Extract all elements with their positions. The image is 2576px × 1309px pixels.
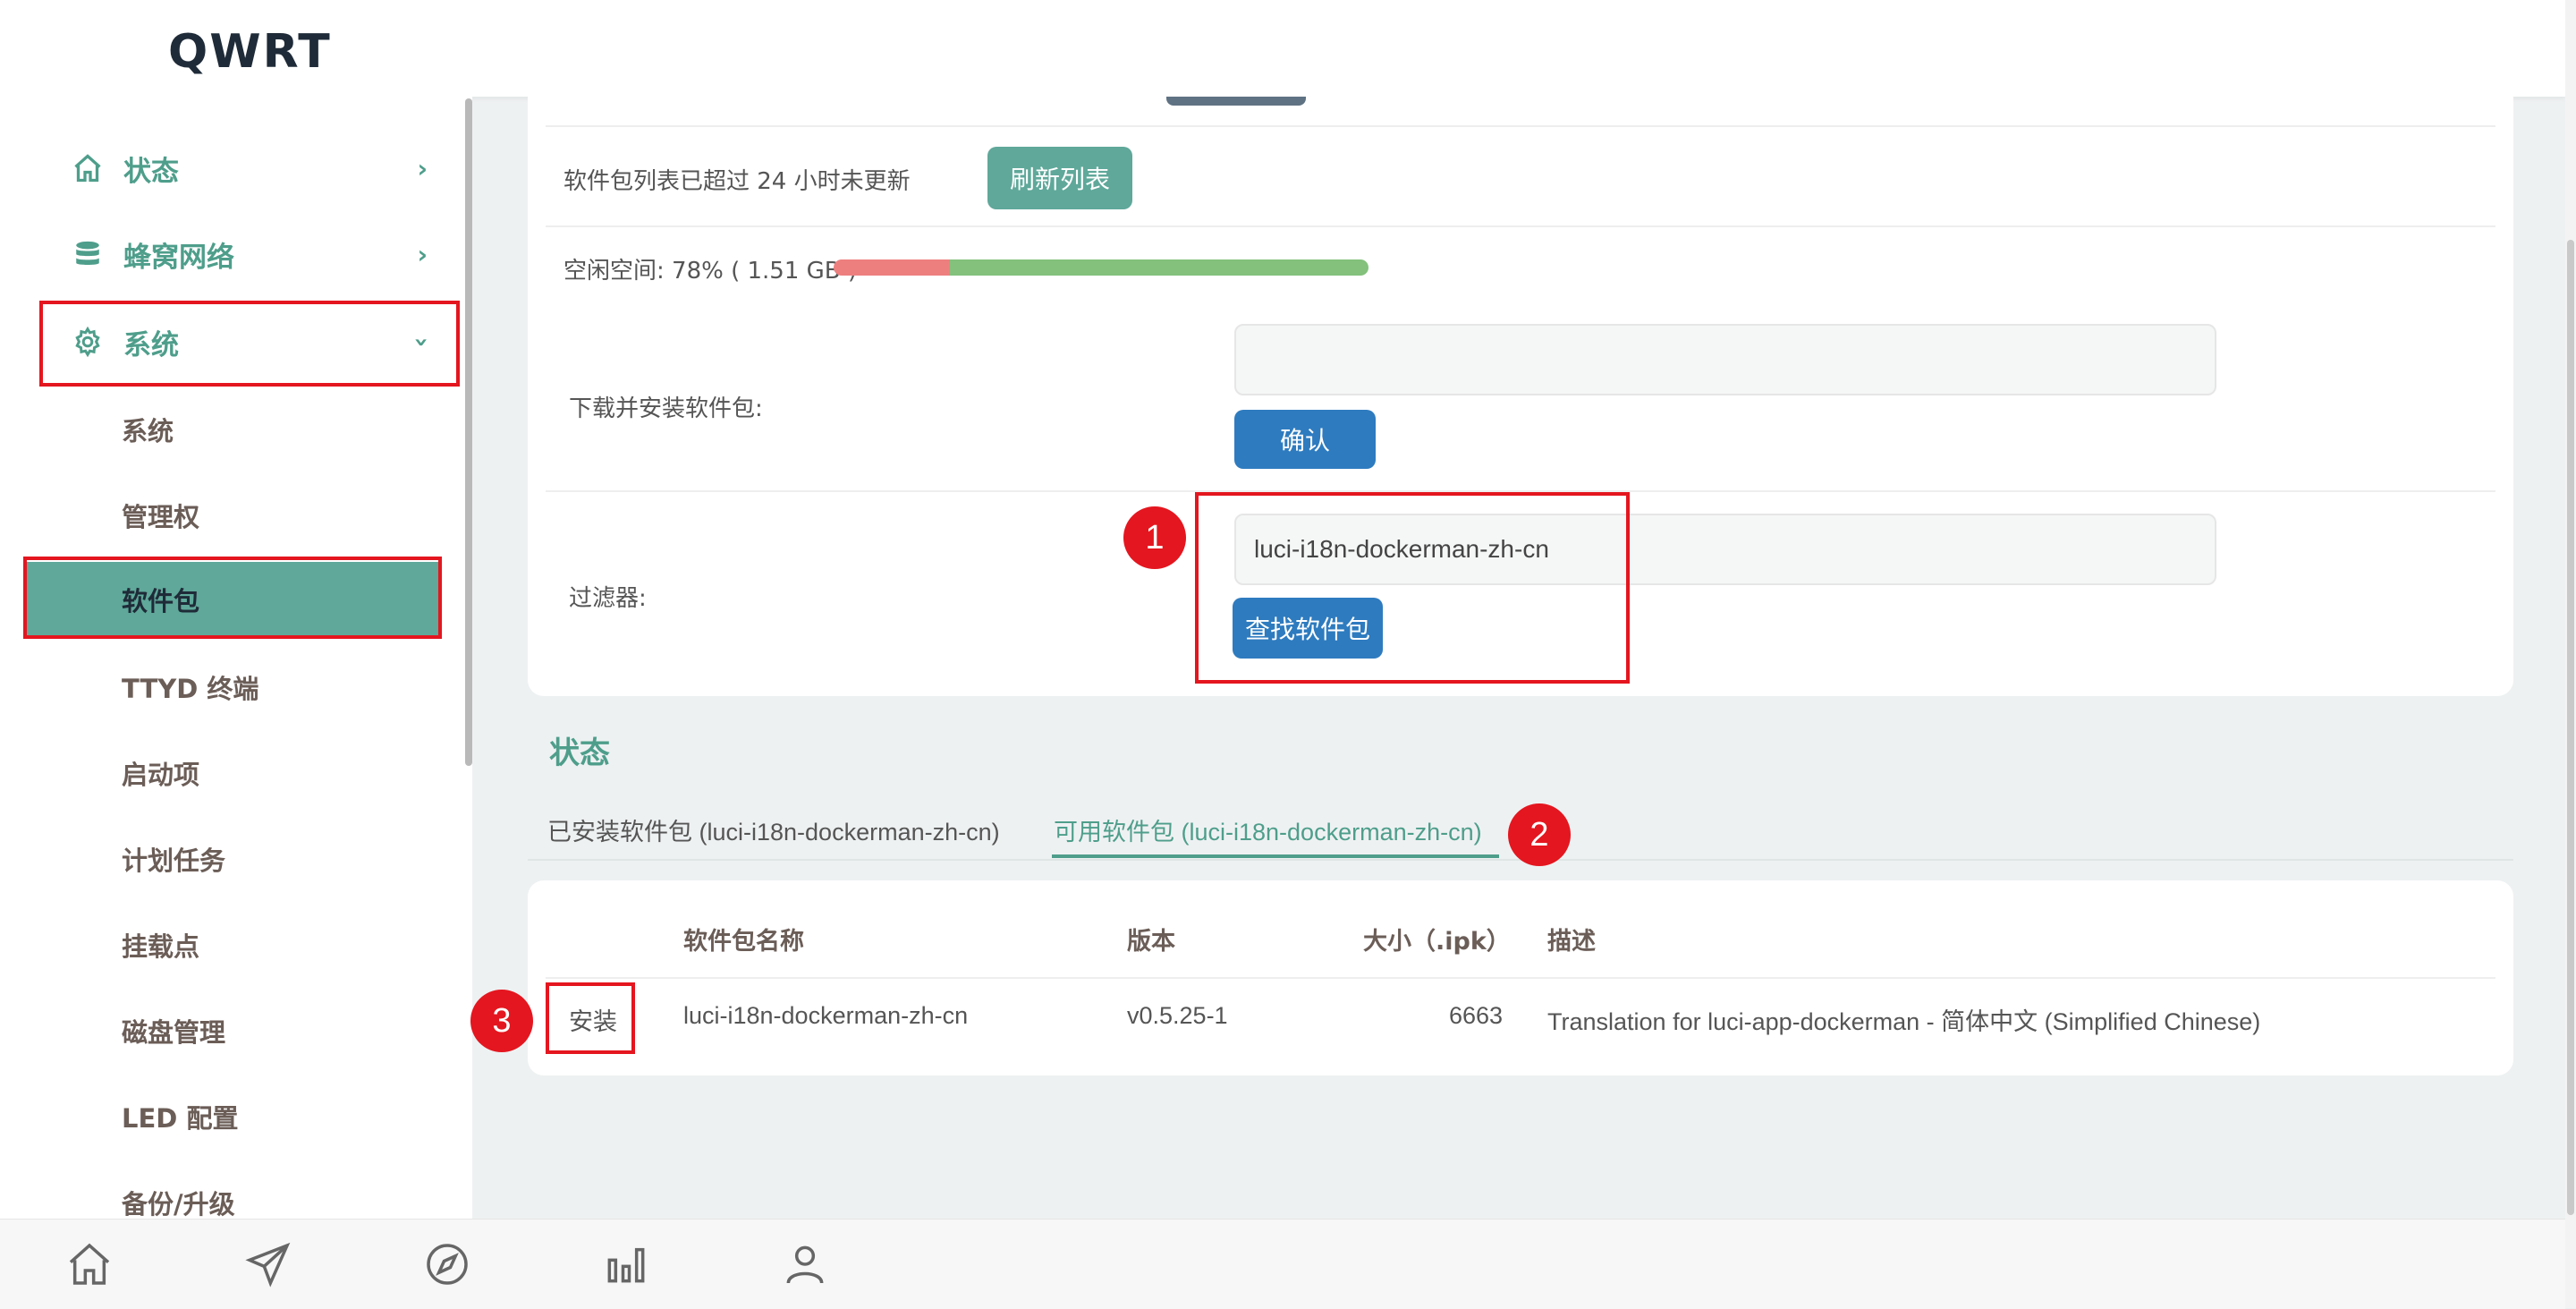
chevron-right-icon: › (417, 239, 428, 269)
sidebar-item-status[interactable]: 状态 › (70, 141, 428, 195)
sidebar-subitem-mount-points[interactable]: 挂载点 (122, 918, 199, 972)
sidebar-scrollbar[interactable] (465, 98, 472, 766)
divider (546, 225, 2496, 227)
sidebar-subitem-ttyd[interactable]: TTYD 终端 (122, 660, 258, 714)
status-section-title: 状态 (549, 735, 610, 771)
compass-icon[interactable] (422, 1239, 472, 1289)
column-header-size: 大小（.ipk） (1363, 928, 1511, 956)
user-icon[interactable] (780, 1239, 830, 1289)
highlight-box-system (39, 301, 460, 387)
download-url-input[interactable] (1234, 324, 2216, 395)
refresh-list-button[interactable]: 刷新列表 (987, 147, 1132, 209)
sidebar-item-label: 状态 (123, 155, 179, 188)
sidebar-subitem-startup[interactable]: 启动项 (122, 746, 199, 800)
column-header-version: 版本 (1127, 928, 1175, 956)
package-size: 6663 (1449, 1002, 1504, 1029)
tab-available-packages[interactable]: 可用软件包 (luci-i18n-dockerman-zh-cn) (1054, 812, 1482, 847)
brand-logo[interactable]: QWRT (168, 25, 332, 79)
sidebar-subitem-led[interactable]: LED 配置 (122, 1090, 238, 1143)
send-icon[interactable] (243, 1239, 293, 1289)
step-marker-2: 2 (1508, 803, 1571, 866)
sidebar-subitem-disk-management[interactable]: 磁盘管理 (122, 1004, 225, 1058)
active-tab-indicator (1052, 854, 1499, 858)
used-space-bar (834, 259, 950, 276)
column-header-name: 软件包名称 (683, 928, 804, 956)
package-name: luci-i18n-dockerman-zh-cn (683, 1002, 969, 1029)
sidebar-subitem-scheduled-tasks[interactable]: 计划任务 (122, 832, 225, 886)
button-stub[interactable] (1166, 97, 1306, 106)
chevron-right-icon: › (417, 153, 428, 183)
sidebar-subitem-system[interactable]: 系统 (122, 403, 174, 456)
free-space-bar (950, 259, 1368, 276)
step-marker-3: 3 (470, 990, 533, 1052)
divider (546, 977, 2496, 979)
package-version: v0.5.25-1 (1127, 1002, 1228, 1029)
highlight-box-install (546, 982, 635, 1054)
tab-installed-packages[interactable]: 已安装软件包 (luci-i18n-dockerman-zh-cn) (547, 812, 1000, 847)
highlight-box-filter (1195, 492, 1630, 684)
sidebar-subitem-admin[interactable]: 管理权 (122, 489, 199, 542)
step-marker-1: 1 (1123, 506, 1186, 569)
free-space-text: 空闲空间: 78% ( 1.51 GB ) (564, 258, 858, 285)
divider (546, 125, 2496, 127)
home-icon (70, 150, 106, 186)
sidebar-item-label: 蜂窝网络 (123, 241, 234, 274)
package-description: Translation for luci-app-dockerman - 简体中… (1547, 1008, 2261, 1035)
download-label: 下载并安装软件包: (569, 395, 763, 422)
column-header-description: 描述 (1547, 928, 1596, 956)
database-icon (70, 236, 106, 272)
top-bar: QWRT (0, 0, 2565, 97)
sidebar-item-cellular[interactable]: 蜂窝网络 › (70, 227, 428, 281)
confirm-button[interactable]: 确认 (1234, 410, 1376, 469)
bar-chart-icon[interactable] (601, 1239, 651, 1289)
filter-label: 过滤器: (569, 585, 647, 612)
bottom-nav-bar (0, 1219, 2565, 1309)
highlight-box-packages (23, 557, 442, 639)
update-notice: 软件包列表已超过 24 小时未更新 (564, 168, 911, 195)
page-scrollbar-thumb[interactable] (2567, 240, 2574, 1215)
home-icon[interactable] (64, 1239, 114, 1289)
